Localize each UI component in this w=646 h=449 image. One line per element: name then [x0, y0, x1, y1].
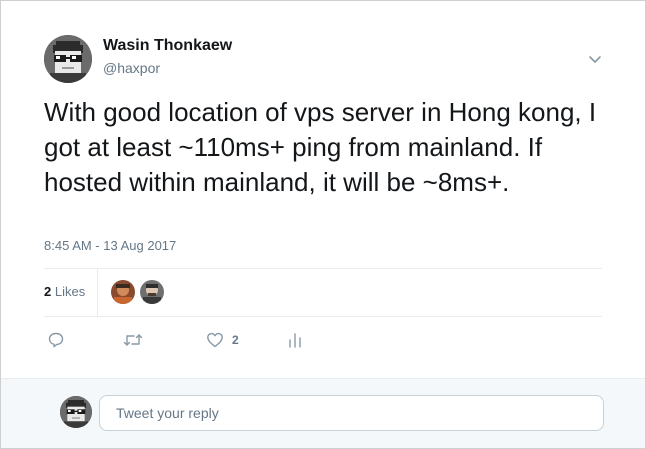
analytics-icon [289, 333, 301, 348]
tweet-timestamp[interactable]: 8:45 AM - 13 Aug 2017 [44, 238, 176, 253]
current-user-avatar [60, 396, 92, 428]
tweet-text: With good location of vps server in Hong… [44, 97, 597, 197]
author-avatar[interactable] [44, 35, 92, 83]
reply-button[interactable] [47, 330, 65, 350]
chevron-down-icon[interactable] [587, 51, 603, 67]
pixel-glasses-avatar-icon [44, 35, 92, 83]
liker-avatar-icon [140, 280, 164, 304]
stats-vertical-divider [97, 269, 98, 316]
likes-stat[interactable]: 2 Likes [44, 284, 85, 299]
tweet-window: Wasin Thonkaew @haxpor With good locatio… [0, 0, 646, 449]
tweet-card: Wasin Thonkaew @haxpor With good locatio… [1, 1, 645, 378]
pixel-glasses-avatar-icon [60, 396, 92, 428]
likes-label: Likes [54, 284, 86, 299]
liker-avatar[interactable] [111, 280, 135, 304]
liker-avatar[interactable] [140, 280, 164, 304]
reply-bar [1, 378, 645, 448]
analytics-button[interactable] [287, 330, 303, 350]
like-button[interactable]: 2 [206, 330, 239, 350]
stats-top-divider [44, 268, 602, 269]
likes-count: 2 [44, 284, 52, 299]
retweet-button[interactable] [122, 330, 144, 350]
author-handle[interactable]: @haxpor [103, 60, 160, 76]
author-display-name[interactable]: Wasin Thonkaew [103, 37, 232, 55]
reply-input[interactable] [99, 395, 604, 431]
liker-avatar-icon [111, 280, 135, 304]
actions-top-divider [44, 316, 602, 317]
reply-icon [48, 332, 64, 348]
heart-icon [207, 332, 223, 348]
like-count: 2 [232, 333, 239, 347]
retweet-icon [123, 334, 143, 346]
